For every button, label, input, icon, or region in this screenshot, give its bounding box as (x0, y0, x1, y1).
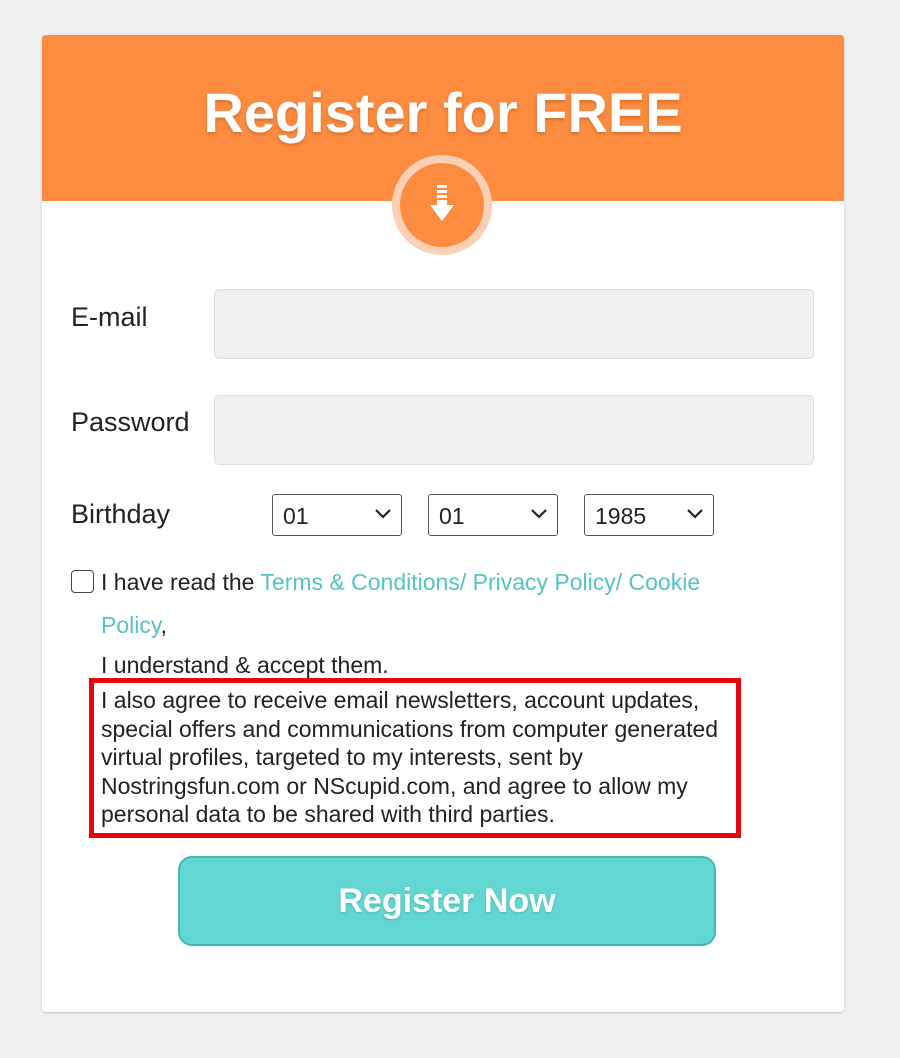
download-arrow-icon (400, 163, 484, 247)
terms-suffix: , (160, 612, 168, 638)
birthday-year-value: 1985 (595, 503, 647, 529)
birthday-label: Birthday (71, 499, 171, 529)
email-field[interactable] (214, 289, 814, 359)
chevron-down-icon (375, 509, 391, 519)
birthday-month-value: 01 (439, 503, 465, 529)
birthday-month-select[interactable]: 01 (428, 494, 558, 536)
register-now-button[interactable]: Register Now (178, 856, 716, 946)
birthday-year-select[interactable]: 1985 (584, 494, 714, 536)
birthday-day-value: 01 (283, 503, 309, 529)
chevron-down-icon (531, 509, 547, 519)
password-label: Password (71, 407, 190, 437)
understand-text: I understand & accept them. (101, 652, 389, 678)
password-field[interactable] (214, 395, 814, 465)
chevron-down-icon (687, 509, 703, 519)
terms-prefix: I have read the (101, 569, 261, 595)
email-label: E-mail (71, 302, 148, 332)
newsletter-consent-text: I also agree to receive email newsletter… (101, 687, 719, 827)
birthday-day-select[interactable]: 01 (272, 494, 402, 536)
terms-text: I have read the Terms & Conditions/ Priv… (101, 561, 751, 647)
page-title: Register for FREE (203, 81, 683, 144)
registration-card: Register for FREE E-mail Password Birthd… (42, 35, 844, 1012)
header-badge (392, 155, 492, 255)
terms-checkbox[interactable] (71, 570, 94, 593)
